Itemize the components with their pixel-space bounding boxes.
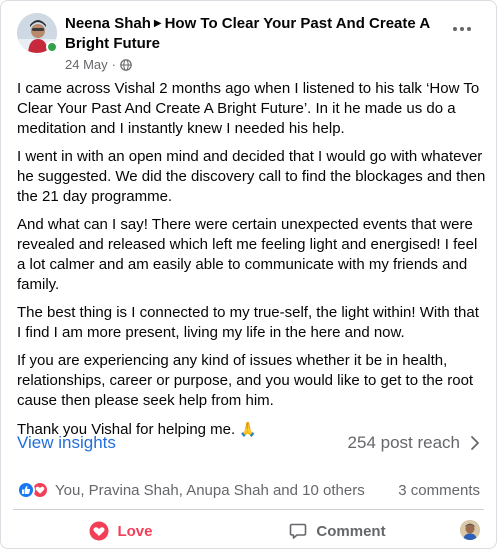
- post-paragraph: And what can I say! There were certain u…: [17, 216, 478, 293]
- comment-label: Comment: [316, 522, 386, 540]
- reaction-summary[interactable]: You, Pravina Shah, Anupa Shah and 10 oth…: [17, 481, 365, 499]
- comment-button[interactable]: Comment: [229, 510, 445, 552]
- author-avatar[interactable]: [17, 13, 58, 53]
- comment-bubble-icon: [290, 523, 307, 539]
- reaction-names: You, Pravina Shah, Anupa Shah and 10 oth…: [55, 481, 365, 499]
- post-date[interactable]: 24 May: [65, 57, 108, 73]
- audience-globe-icon[interactable]: [120, 59, 132, 71]
- reaction-icons: [17, 481, 49, 499]
- comments-count[interactable]: 3 comments: [398, 482, 480, 499]
- post-paragraph: If you are experiencing any kind of issu…: [17, 352, 474, 409]
- arrow-right-icon: ▶: [153, 18, 162, 29]
- post-meta: 24 May ·: [65, 57, 435, 73]
- author-line: Neena Shah ▶ How To Clear Your Past And Cr…: [65, 14, 435, 54]
- profile-switcher-avatar[interactable]: [460, 520, 480, 540]
- view-insights-link[interactable]: View insights: [17, 433, 116, 453]
- like-reaction-icon: [17, 481, 35, 499]
- post-reach-label: 254 post reach: [347, 433, 460, 452]
- post-paragraph: The best thing is I connected to my true…: [17, 304, 479, 341]
- post-paragraph: I went in with an open mind and decided …: [17, 148, 486, 205]
- insights-row: View insights 254 post reach: [17, 431, 480, 455]
- love-button[interactable]: Love: [13, 510, 229, 552]
- author-name[interactable]: Neena Shah: [65, 15, 151, 32]
- post-reach[interactable]: 254 post reach: [348, 433, 480, 453]
- more-options-icon[interactable]: [448, 19, 476, 39]
- love-heart-icon: [89, 521, 109, 541]
- header-text: Neena Shah ▶ How To Clear Your Past And Cr…: [65, 14, 435, 73]
- action-bar: Love Comment: [13, 509, 484, 553]
- post-card: Neena Shah ▶ How To Clear Your Past And Cr…: [0, 0, 497, 549]
- chevron-right-icon: [471, 436, 479, 450]
- reactions-row: You, Pravina Shah, Anupa Shah and 10 oth…: [17, 479, 480, 501]
- post-header: Neena Shah ▶ How To Clear Your Past And Cr…: [17, 13, 484, 73]
- online-status-icon: [46, 41, 58, 53]
- meta-separator: ·: [111, 57, 116, 72]
- post-body: I came across Vishal 2 months ago when I…: [17, 79, 487, 448]
- post-paragraph: I came across Vishal 2 months ago when I…: [17, 80, 480, 137]
- love-label: Love: [117, 522, 153, 540]
